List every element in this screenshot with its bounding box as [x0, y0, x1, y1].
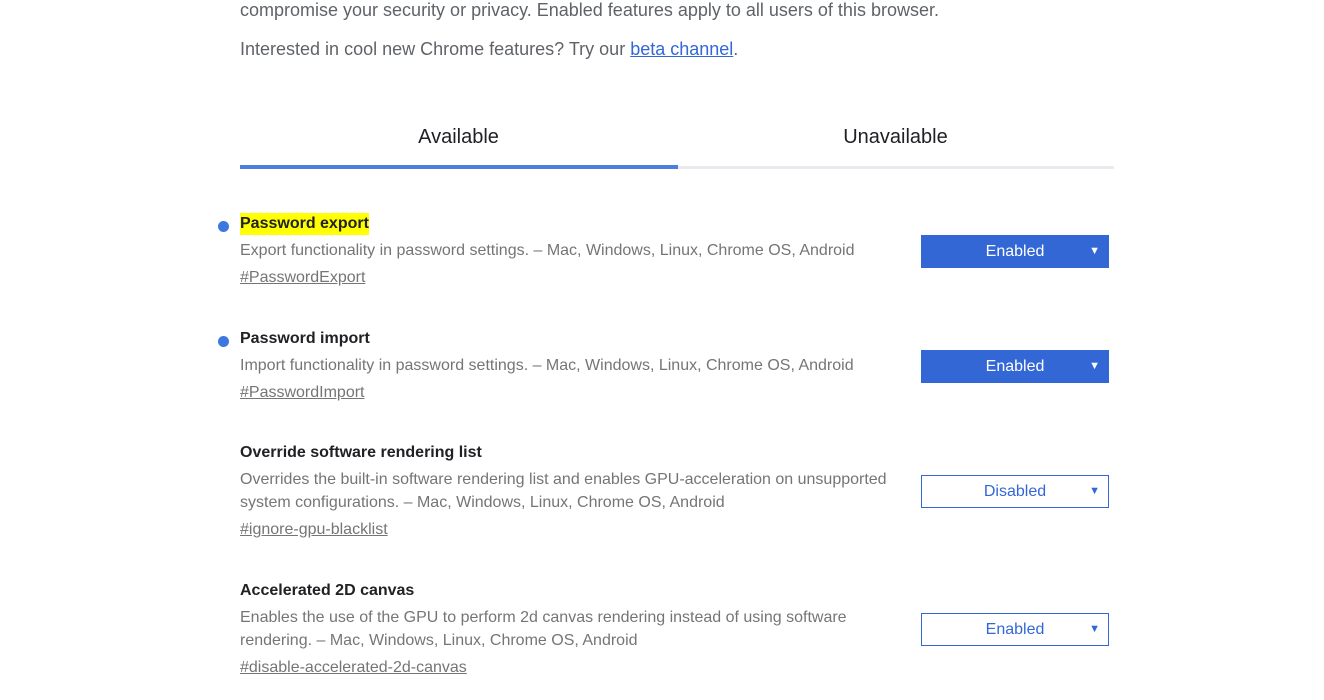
- experiment-description: Overrides the built-in software renderin…: [240, 471, 887, 511]
- experiment-permalink[interactable]: #PasswordImport: [240, 381, 365, 404]
- select-value: Disabled: [983, 483, 1047, 500]
- experiment-accelerated-2d-canvas: Accelerated 2D canvas Enables the use of…: [240, 580, 1120, 679]
- select-value: Enabled: [985, 358, 1045, 375]
- experiment-name: Password export: [240, 213, 369, 235]
- modified-indicator-dot: [218, 336, 229, 347]
- experiment-description: Enables the use of the GPU to perform 2d…: [240, 609, 847, 649]
- tab-bar: Available Unavailable: [240, 112, 1114, 170]
- experiment-name: Accelerated 2D canvas: [240, 582, 415, 599]
- chevron-down-icon: ▼: [1089, 245, 1100, 257]
- chevron-down-icon: ▼: [1089, 485, 1100, 497]
- experiment-select[interactable]: Enabled ▼: [921, 235, 1109, 268]
- experiment-select[interactable]: Enabled ▼: [921, 613, 1109, 646]
- experiment-password-export: Password export Export functionality in …: [218, 213, 1120, 289]
- experiment-permalink[interactable]: #disable-accelerated-2d-canvas: [240, 656, 467, 679]
- experiment-description: Import functionality in password setting…: [240, 357, 854, 374]
- beta-channel-link[interactable]: beta channel: [630, 39, 733, 59]
- experiment-select[interactable]: Enabled ▼: [921, 350, 1109, 383]
- experiment-name: Password import: [240, 330, 370, 347]
- modified-indicator-dot: [218, 221, 229, 232]
- experiment-name: Override software rendering list: [240, 444, 482, 461]
- tab-unavailable[interactable]: Unavailable: [677, 112, 1114, 162]
- chevron-down-icon: ▼: [1089, 623, 1100, 635]
- select-value: Enabled: [985, 621, 1045, 638]
- experiment-permalink[interactable]: #PasswordExport: [240, 266, 365, 289]
- experiment-password-import: Password import Import functionality in …: [218, 328, 1120, 404]
- experiment-permalink[interactable]: #ignore-gpu-blacklist: [240, 518, 388, 541]
- select-value: Enabled: [985, 243, 1045, 260]
- tab-active-indicator: [240, 165, 678, 169]
- experiment-select[interactable]: Disabled ▼: [921, 475, 1109, 508]
- beta-channel-line: Interested in cool new Chrome features? …: [240, 39, 738, 60]
- experiment-override-software-rendering: Override software rendering list Overrid…: [240, 442, 1120, 541]
- chevron-down-icon: ▼: [1089, 360, 1100, 372]
- experiment-description: Export functionality in password setting…: [240, 242, 855, 259]
- beta-suffix: .: [733, 39, 739, 59]
- intro-text: compromise your security or privacy. Ena…: [240, 0, 939, 20]
- tab-available[interactable]: Available: [240, 112, 677, 162]
- beta-prefix: Interested in cool new Chrome features? …: [240, 39, 631, 59]
